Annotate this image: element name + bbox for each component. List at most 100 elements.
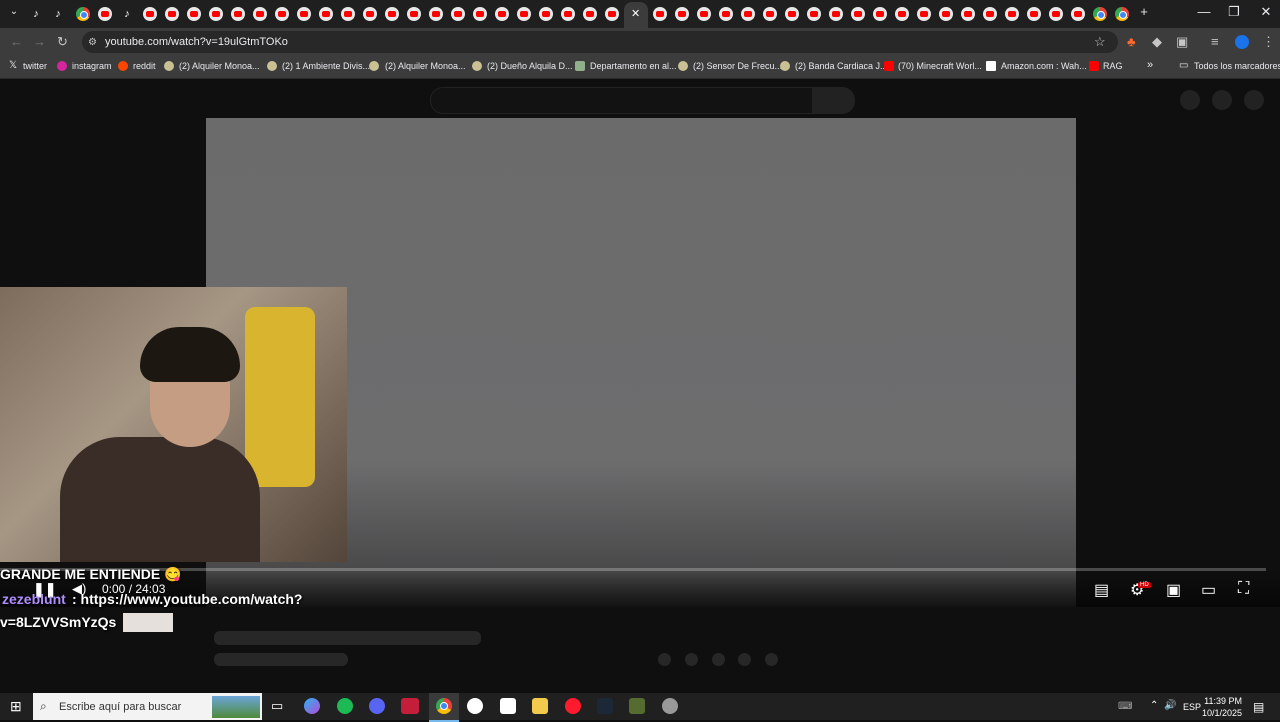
tab-youtube-icon[interactable]	[165, 7, 179, 21]
bookmark-item[interactable]: Amazon.com : Wah...	[1001, 61, 1087, 71]
tab-youtube-icon[interactable]	[385, 7, 399, 21]
minimize-button[interactable]: —	[1194, 4, 1214, 19]
tab-youtube-icon[interactable]	[539, 7, 553, 21]
bookmark-item[interactable]: (2) Alquiler Monoa...	[179, 61, 260, 71]
site-info-icon[interactable]: ⚙	[88, 37, 97, 48]
tab-youtube-icon[interactable]	[719, 7, 733, 21]
close-window-button[interactable]: ✕	[1256, 4, 1276, 20]
menu-kebab-icon[interactable]: ⋮	[1262, 34, 1275, 50]
obs-icon[interactable]	[467, 698, 483, 714]
keyboard-icon[interactable]: ⌨	[1118, 701, 1132, 712]
opera-icon[interactable]	[565, 698, 581, 714]
bookmark-item[interactable]: (2) Alquiler Monoa...	[385, 61, 466, 71]
tab-youtube-icon[interactable]	[319, 7, 333, 21]
tab-youtube-icon[interactable]	[983, 7, 997, 21]
file-explorer-icon[interactable]	[532, 698, 548, 714]
language-indicator[interactable]: ESP	[1183, 702, 1201, 712]
theater-mode-icon[interactable]: ▭	[1201, 580, 1216, 600]
taskbar-time[interactable]: 11:39 PM	[1204, 696, 1242, 706]
progress-bar[interactable]	[0, 568, 1266, 571]
tab-youtube-icon[interactable]	[1027, 7, 1041, 21]
tab-youtube-icon[interactable]	[917, 7, 931, 21]
tab-chrome-icon[interactable]	[1115, 7, 1129, 21]
tab-youtube-icon[interactable]	[1049, 7, 1063, 21]
tab-youtube-icon[interactable]	[297, 7, 311, 21]
youtube-search-input[interactable]	[430, 87, 814, 114]
tab-tiktok-icon[interactable]: ♪	[51, 7, 65, 21]
new-tab-button[interactable]: +	[1134, 4, 1154, 19]
copilot-icon[interactable]	[304, 698, 320, 714]
tab-youtube-icon[interactable]	[697, 7, 711, 21]
tab-youtube-icon[interactable]	[1005, 7, 1019, 21]
tab-youtube-icon[interactable]	[407, 7, 421, 21]
tab-close-icon[interactable]: ✕	[631, 7, 640, 20]
forward-icon[interactable]: →	[33, 34, 46, 49]
restore-button[interactable]: ❐	[1224, 4, 1244, 20]
taskbar-date[interactable]: 10/1/2025	[1202, 708, 1242, 718]
tab-youtube-icon[interactable]	[763, 7, 777, 21]
media-control-icon[interactable]: ≡	[1211, 34, 1219, 49]
tab-youtube-icon[interactable]	[451, 7, 465, 21]
tab-youtube-icon[interactable]	[253, 7, 267, 21]
tray-chevron-icon[interactable]: ⌃	[1150, 700, 1158, 711]
notifications-icon[interactable]: ▤	[1253, 700, 1264, 714]
bookmark-item[interactable]: (2) Dueño Alquila D...	[487, 61, 573, 71]
extension-icon[interactable]: ◆	[1152, 34, 1162, 50]
tab-youtube-icon[interactable]	[495, 7, 509, 21]
miniplayer-icon[interactable]: ▣	[1166, 580, 1181, 600]
tab-youtube-icon[interactable]	[851, 7, 865, 21]
taskbar-search-placeholder[interactable]: Escribe aquí para buscar	[59, 701, 181, 713]
tab-youtube-icon[interactable]	[961, 7, 975, 21]
tab-youtube-icon[interactable]	[741, 7, 755, 21]
tab-active[interactable]: ✕	[624, 2, 648, 28]
tab-youtube-icon[interactable]	[275, 7, 289, 21]
tab-youtube-icon[interactable]	[1071, 7, 1085, 21]
discord-icon[interactable]	[369, 698, 385, 714]
tab-youtube-icon[interactable]	[98, 7, 112, 21]
tab-youtube-icon[interactable]	[341, 7, 355, 21]
chrome-icon[interactable]	[436, 698, 452, 714]
youtube-search-button[interactable]	[812, 87, 855, 114]
extension-fox-icon[interactable]: ♣	[1127, 34, 1136, 49]
tab-chrome-icon[interactable]	[76, 7, 90, 21]
tab-search-chevron-icon[interactable]: ⌄	[4, 6, 24, 17]
tab-youtube-icon[interactable]	[143, 7, 157, 21]
tab-youtube-icon[interactable]	[675, 7, 689, 21]
tab-youtube-icon[interactable]	[187, 7, 201, 21]
spotify-icon[interactable]	[337, 698, 353, 714]
windows-start-icon[interactable]: ⊞	[10, 698, 22, 715]
game-icon[interactable]	[629, 698, 645, 714]
tab-youtube-icon[interactable]	[429, 7, 443, 21]
tab-chrome-icon[interactable]	[1093, 7, 1107, 21]
bookmarks-overflow-button[interactable]: »	[1147, 59, 1153, 71]
tab-youtube-icon[interactable]	[605, 7, 619, 21]
tab-youtube-icon[interactable]	[561, 7, 575, 21]
taskbar-app-icon[interactable]	[500, 698, 516, 714]
bookmark-instagram[interactable]: instagram	[72, 61, 112, 71]
tab-youtube-icon[interactable]	[209, 7, 223, 21]
steam-icon[interactable]	[597, 698, 613, 714]
tab-youtube-icon[interactable]	[583, 7, 597, 21]
tab-youtube-icon[interactable]	[653, 7, 667, 21]
tab-youtube-icon[interactable]	[363, 7, 377, 21]
task-view-icon[interactable]: ▭	[271, 698, 283, 714]
tab-youtube-icon[interactable]	[785, 7, 799, 21]
tab-tiktok-icon[interactable]: ♪	[120, 7, 134, 21]
voicemeeter-icon[interactable]	[401, 698, 419, 714]
reload-icon[interactable]: ↻	[57, 34, 68, 50]
tab-youtube-icon[interactable]	[807, 7, 821, 21]
tab-youtube-icon[interactable]	[939, 7, 953, 21]
extensions-puzzle-icon[interactable]: ▣	[1176, 34, 1188, 50]
vpn-icon[interactable]	[662, 698, 678, 714]
speaker-icon[interactable]: 🔊	[1164, 700, 1176, 711]
bookmark-twitter[interactable]: twitter	[23, 61, 47, 71]
tab-youtube-icon[interactable]	[895, 7, 909, 21]
bookmark-star-icon[interactable]: ☆	[1094, 34, 1106, 50]
tab-youtube-icon[interactable]	[517, 7, 531, 21]
bookmark-item[interactable]: (2) Sensor De Frecu...	[693, 61, 782, 71]
tab-tiktok-icon[interactable]: ♪	[29, 7, 43, 21]
back-icon[interactable]: ←	[10, 34, 23, 49]
tab-youtube-icon[interactable]	[473, 7, 487, 21]
bookmark-item[interactable]: (2) Banda Cardiaca J...	[795, 61, 888, 71]
url-text[interactable]: youtube.com/watch?v=19ulGtmTOKo	[105, 36, 288, 48]
